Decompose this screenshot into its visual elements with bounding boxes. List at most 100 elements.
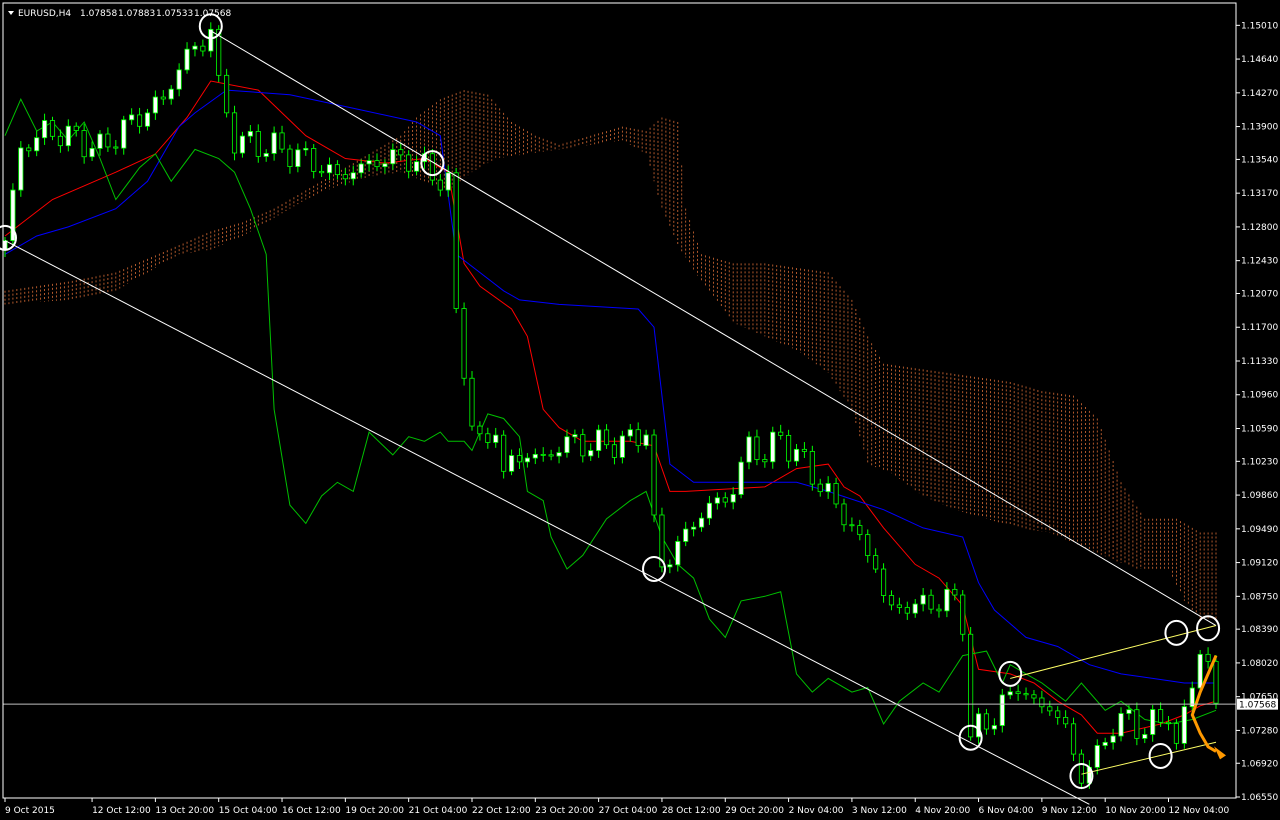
candle-bull <box>144 112 151 127</box>
candle-bear <box>1039 697 1045 708</box>
candle-bear <box>437 179 443 191</box>
candle-bear <box>651 434 657 516</box>
candle-bear <box>287 148 293 167</box>
candle-bull <box>390 149 396 165</box>
y-tick-label: 1.13540 <box>1241 155 1278 165</box>
title-low: 1.07533 <box>156 9 193 19</box>
y-tick-label: 1.10960 <box>1241 391 1278 401</box>
candle-bull <box>556 452 562 457</box>
x-tick-label: 28 Oct 12:00 <box>662 806 721 816</box>
candle-bear <box>1213 660 1219 704</box>
candle-bear <box>429 153 435 181</box>
candle-bull <box>714 497 720 504</box>
candle-bull <box>912 603 918 614</box>
candle-bull <box>619 435 625 458</box>
candle-bear <box>722 497 728 503</box>
candle-bull <box>920 594 926 605</box>
x-tick-label: 22 Oct 12:00 <box>472 806 531 816</box>
x-tick-label: 19 Oct 20:00 <box>345 806 404 816</box>
candle-bull <box>667 564 673 568</box>
candle-bear <box>888 595 895 606</box>
x-tick-label: 13 Oct 20:00 <box>155 806 214 816</box>
candle-bear <box>57 135 63 147</box>
candle-bull <box>691 526 697 530</box>
candle-bull <box>1197 653 1203 689</box>
candle-bull <box>1142 734 1148 739</box>
candle-bear <box>540 453 546 456</box>
candle-bull <box>564 436 570 454</box>
candle-bull <box>303 148 309 151</box>
y-tick-label: 1.08390 <box>1241 625 1278 635</box>
candle-bull <box>168 88 174 100</box>
candle-bull <box>445 172 451 191</box>
candle-bear <box>73 125 79 131</box>
x-tick-label: 9 Nov 12:00 <box>1042 806 1097 816</box>
title-high: 1.07883 <box>118 9 155 19</box>
candle-bull <box>730 494 736 503</box>
price-tag: 1.07568 <box>1237 698 1278 711</box>
y-tick-label: 1.11700 <box>1241 323 1278 333</box>
candle-bear <box>231 112 238 154</box>
candle-bear <box>635 429 641 446</box>
candle-bear <box>801 448 807 452</box>
candle-bear <box>580 434 586 457</box>
candle-bull <box>366 160 372 165</box>
candle-bull <box>738 461 744 495</box>
y-tick-label: 1.12800 <box>1241 223 1278 233</box>
title-open: 1.07858 <box>80 9 117 19</box>
chart-background <box>0 0 1280 820</box>
candle-bear <box>857 525 863 536</box>
candle-bear <box>1173 723 1179 744</box>
x-tick-label: 4 Nov 20:00 <box>915 806 970 816</box>
candle-bear <box>952 588 958 596</box>
candle-bull <box>627 429 633 437</box>
candle-bear <box>113 146 119 149</box>
candle-bear <box>1031 694 1037 699</box>
candle-bull <box>643 434 649 446</box>
y-tick-label: 1.13170 <box>1241 189 1278 199</box>
candle-bull <box>97 133 103 149</box>
candle-bear <box>453 172 459 309</box>
y-tick-label: 1.14640 <box>1241 55 1278 65</box>
candle-bull <box>326 164 333 174</box>
x-tick-label: 29 Oct 20:00 <box>725 806 784 816</box>
candle-bear <box>279 132 285 150</box>
y-tick-label: 1.07280 <box>1241 726 1278 736</box>
candle-bear <box>1165 721 1172 724</box>
candle-bull <box>121 119 127 149</box>
title-close: 1.07568 <box>194 9 231 19</box>
candle-bear <box>255 131 261 157</box>
candle-bear <box>896 604 902 608</box>
candle-bear <box>881 568 887 596</box>
candle-bull <box>414 161 420 172</box>
candle-bull <box>34 137 40 152</box>
candle-bear <box>762 459 768 463</box>
candle-bear <box>611 444 618 458</box>
candle-bull <box>295 149 301 167</box>
candle-bull <box>1102 741 1108 746</box>
candle-bear <box>786 434 792 462</box>
candle-bear <box>105 133 111 148</box>
candle-bear <box>1134 709 1140 739</box>
candle-bull <box>1118 713 1124 737</box>
x-tick-label: 2 Nov 04:00 <box>789 806 844 816</box>
candle-bull <box>239 135 246 154</box>
candle-bear <box>485 433 491 443</box>
x-tick-label: 9 Oct 2015 <box>5 806 55 816</box>
candle-bull <box>208 28 214 52</box>
candle-bull <box>42 120 48 139</box>
candle-bear <box>342 174 348 180</box>
candle-bear <box>1205 653 1211 662</box>
price-chart[interactable]: 1.15010 1.14640 1.14270 1.13900 1.13540 1.131… <box>0 0 1280 820</box>
candle-bear <box>406 154 412 172</box>
y-tick-label: 1.06920 <box>1241 759 1278 769</box>
candle-bull <box>350 172 356 180</box>
candle-bear <box>501 434 507 472</box>
x-tick-label: 12 Oct 12:00 <box>92 806 151 816</box>
candle-bull <box>944 588 950 612</box>
candle-bear <box>865 534 871 556</box>
x-tick-label: 21 Oct 04:00 <box>409 806 468 816</box>
y-tick-label: 1.10590 <box>1241 424 1278 434</box>
candle-bear <box>200 45 206 52</box>
x-tick-label: 12 Nov 04:00 <box>1169 806 1230 816</box>
